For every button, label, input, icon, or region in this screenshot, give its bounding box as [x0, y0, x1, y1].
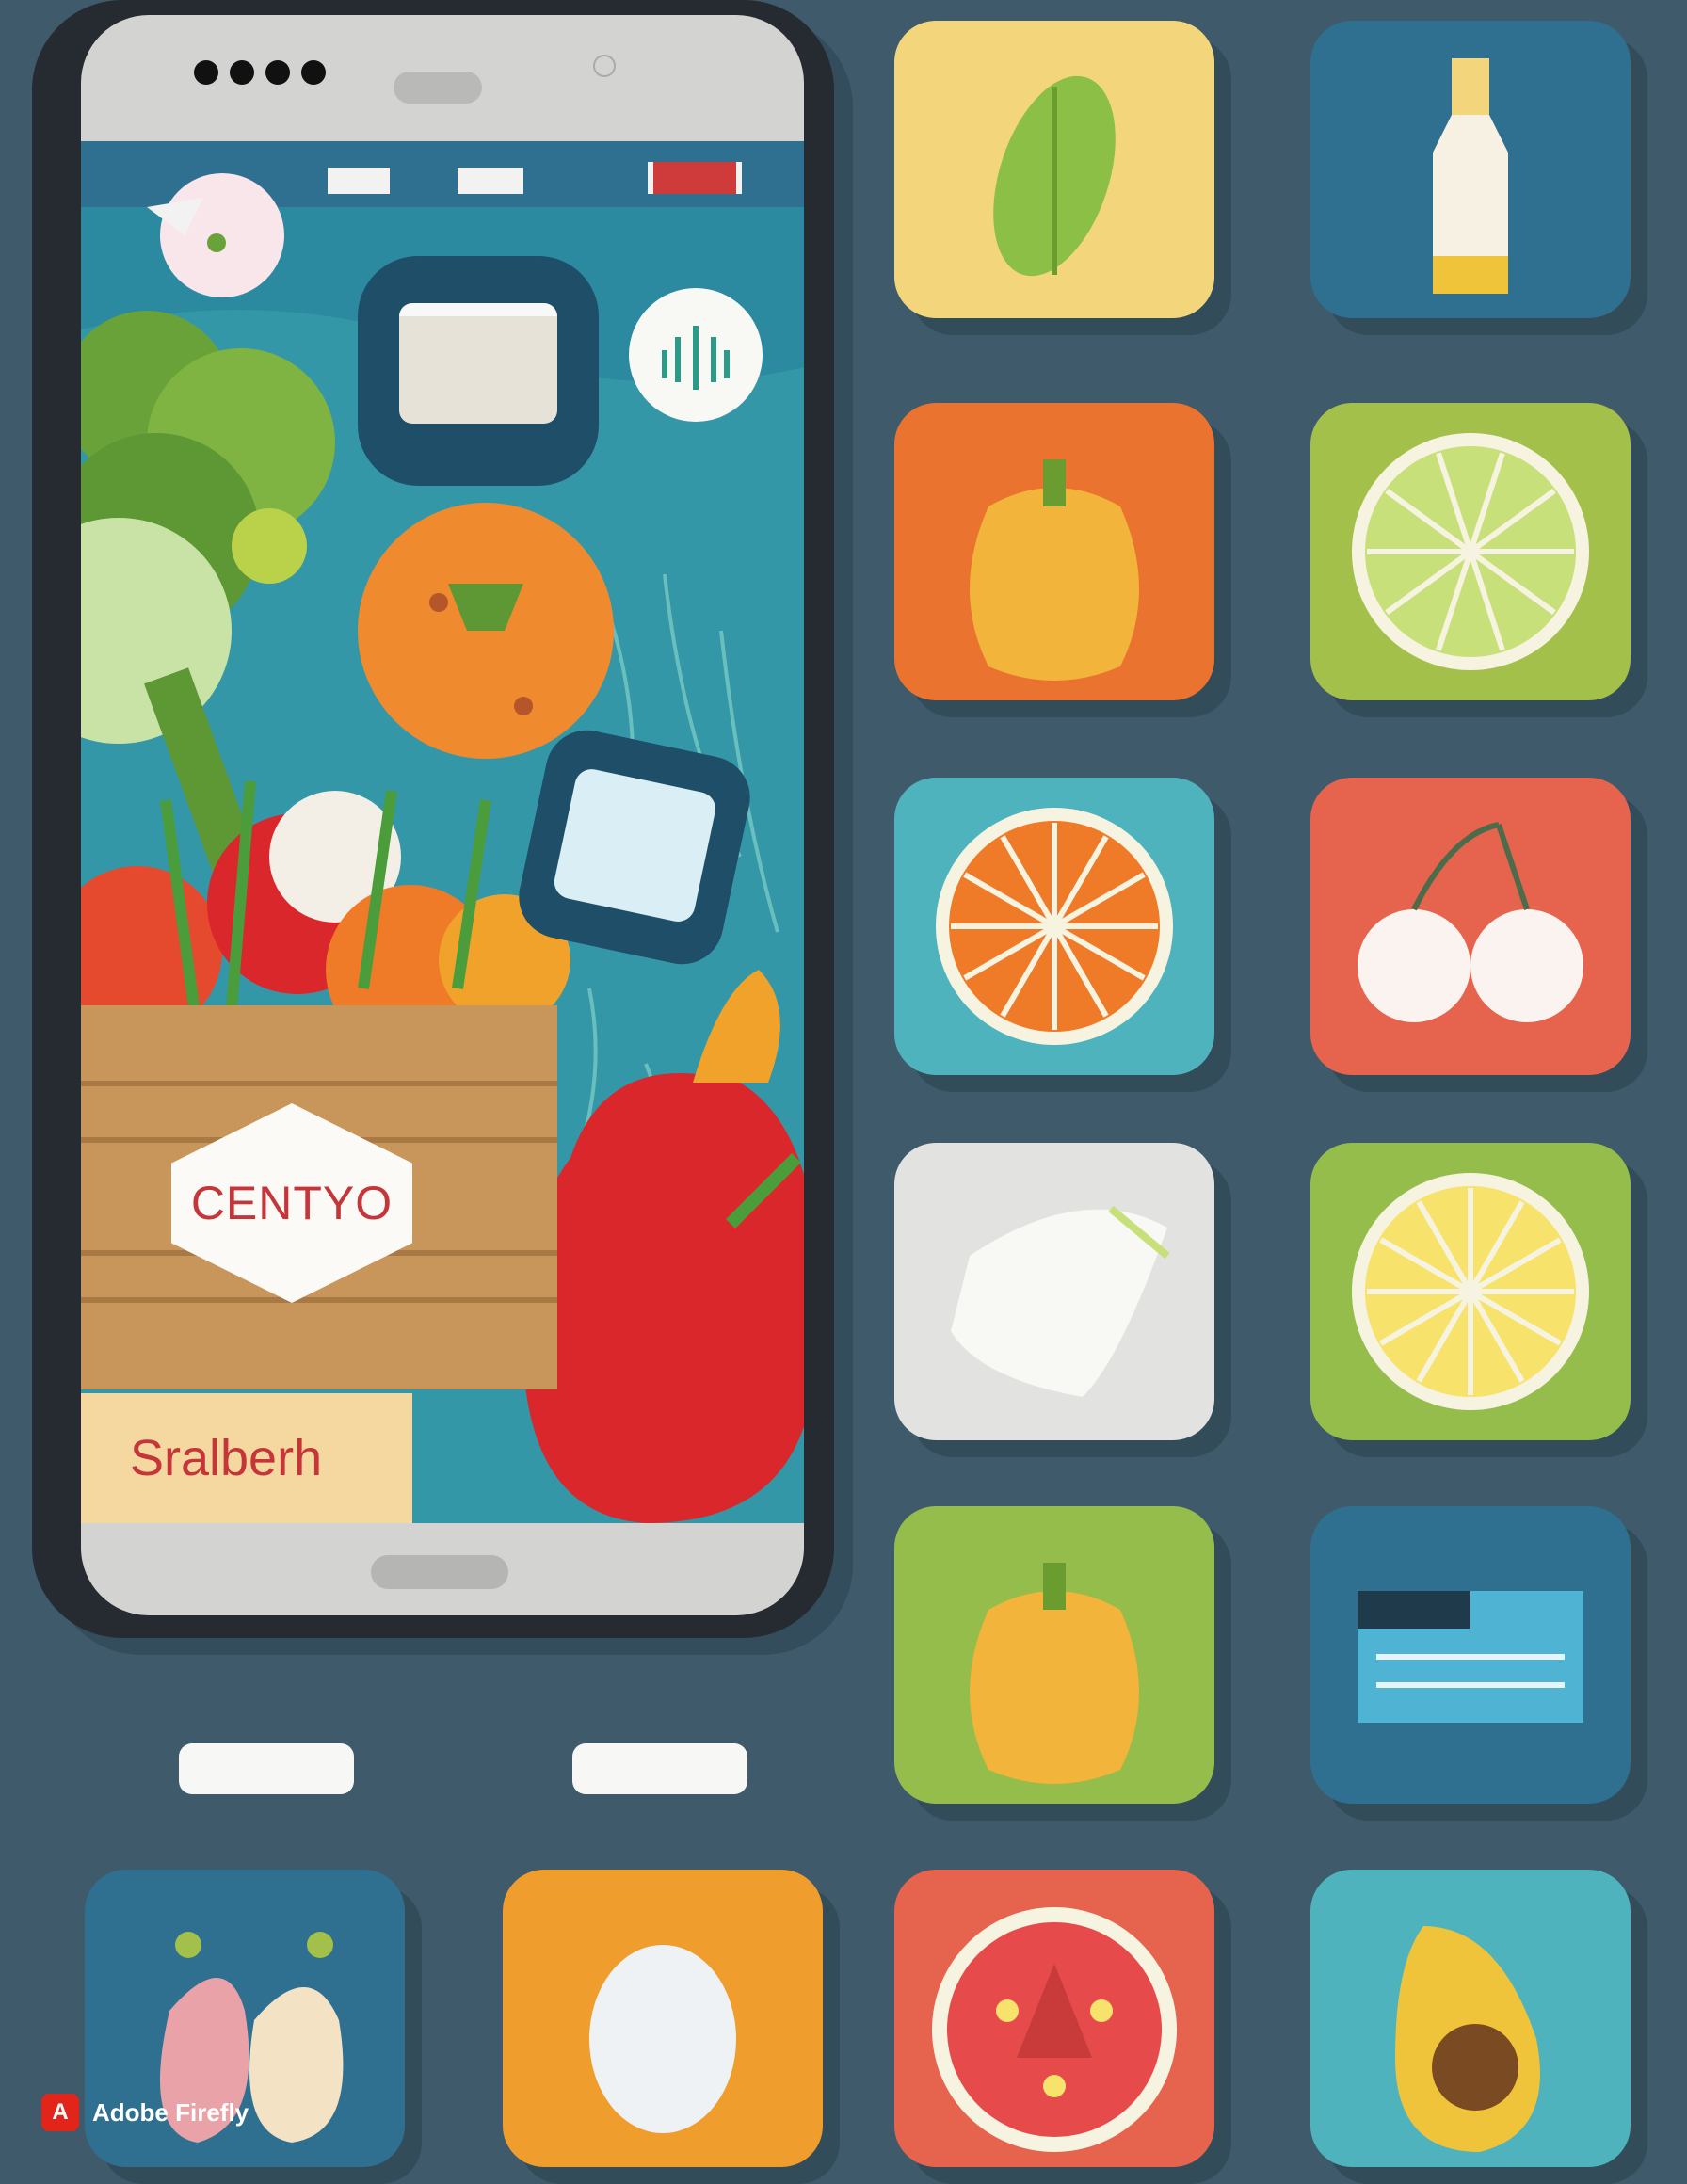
- phone-screen: CENTYO Sralberh: [81, 141, 804, 1523]
- app-tile-bell-pepper[interactable]: [894, 403, 1214, 700]
- control-button-left[interactable]: [179, 1743, 354, 1794]
- tomato-slice-icon: [932, 1907, 1177, 2152]
- napkin-icon: [951, 1205, 1170, 1397]
- app-tile-orange-slice[interactable]: [894, 778, 1214, 1075]
- control-button-right[interactable]: [572, 1743, 747, 1794]
- lemon-slice-icon: [1352, 1173, 1589, 1410]
- herb-icon: [662, 326, 730, 390]
- bell-pepper-icon: [970, 1563, 1139, 1784]
- package-icon: [551, 765, 719, 925]
- speaker-grille: [394, 72, 482, 104]
- cup-icon: [399, 303, 557, 424]
- leafy-green-icon: [993, 75, 1116, 277]
- avocado-icon: [1395, 1926, 1540, 2152]
- app-tile-avocado[interactable]: [1310, 1870, 1631, 2167]
- home-button[interactable]: [371, 1555, 508, 1589]
- camera-dots: [194, 60, 326, 85]
- lime-slice-icon: [1352, 433, 1589, 670]
- app-tile-cherries[interactable]: [1310, 778, 1631, 1075]
- tag-icon: [147, 173, 284, 297]
- watermark-text: Adobe Firefly: [92, 2097, 249, 2127]
- cup-button[interactable]: [358, 256, 599, 486]
- front-camera: [593, 55, 616, 77]
- card-icon: [1358, 1591, 1583, 1723]
- bottle-icon: [1433, 58, 1508, 294]
- app-tile-tomato-slice[interactable]: [894, 1870, 1214, 2167]
- package-button[interactable]: [511, 722, 758, 972]
- adobe-firefly-watermark: A Adobe Firefly: [41, 2094, 249, 2131]
- app-tile-napkin[interactable]: [894, 1143, 1214, 1440]
- app-tile-bottle[interactable]: [1310, 21, 1631, 318]
- app-tile-card[interactable]: [1310, 1506, 1631, 1804]
- app-tile-lime-slice[interactable]: [1310, 403, 1631, 700]
- egg-icon: [589, 1945, 736, 2133]
- app-tile-leafy-green[interactable]: [894, 21, 1214, 318]
- tomato-icon: [358, 503, 614, 759]
- app-tile-bell-pepper[interactable]: [894, 1506, 1214, 1804]
- app-tile-egg[interactable]: [503, 1870, 823, 2167]
- bottom-banner[interactable]: Sralberh: [81, 1393, 412, 1523]
- app-tile-lemon-slice[interactable]: [1310, 1143, 1631, 1440]
- cherries-icon: [1358, 822, 1583, 1022]
- adobe-logo-icon: A: [41, 2094, 79, 2131]
- herb-button[interactable]: [629, 288, 763, 422]
- bell-pepper-icon: [970, 459, 1139, 681]
- orange-slice-icon: [936, 808, 1173, 1045]
